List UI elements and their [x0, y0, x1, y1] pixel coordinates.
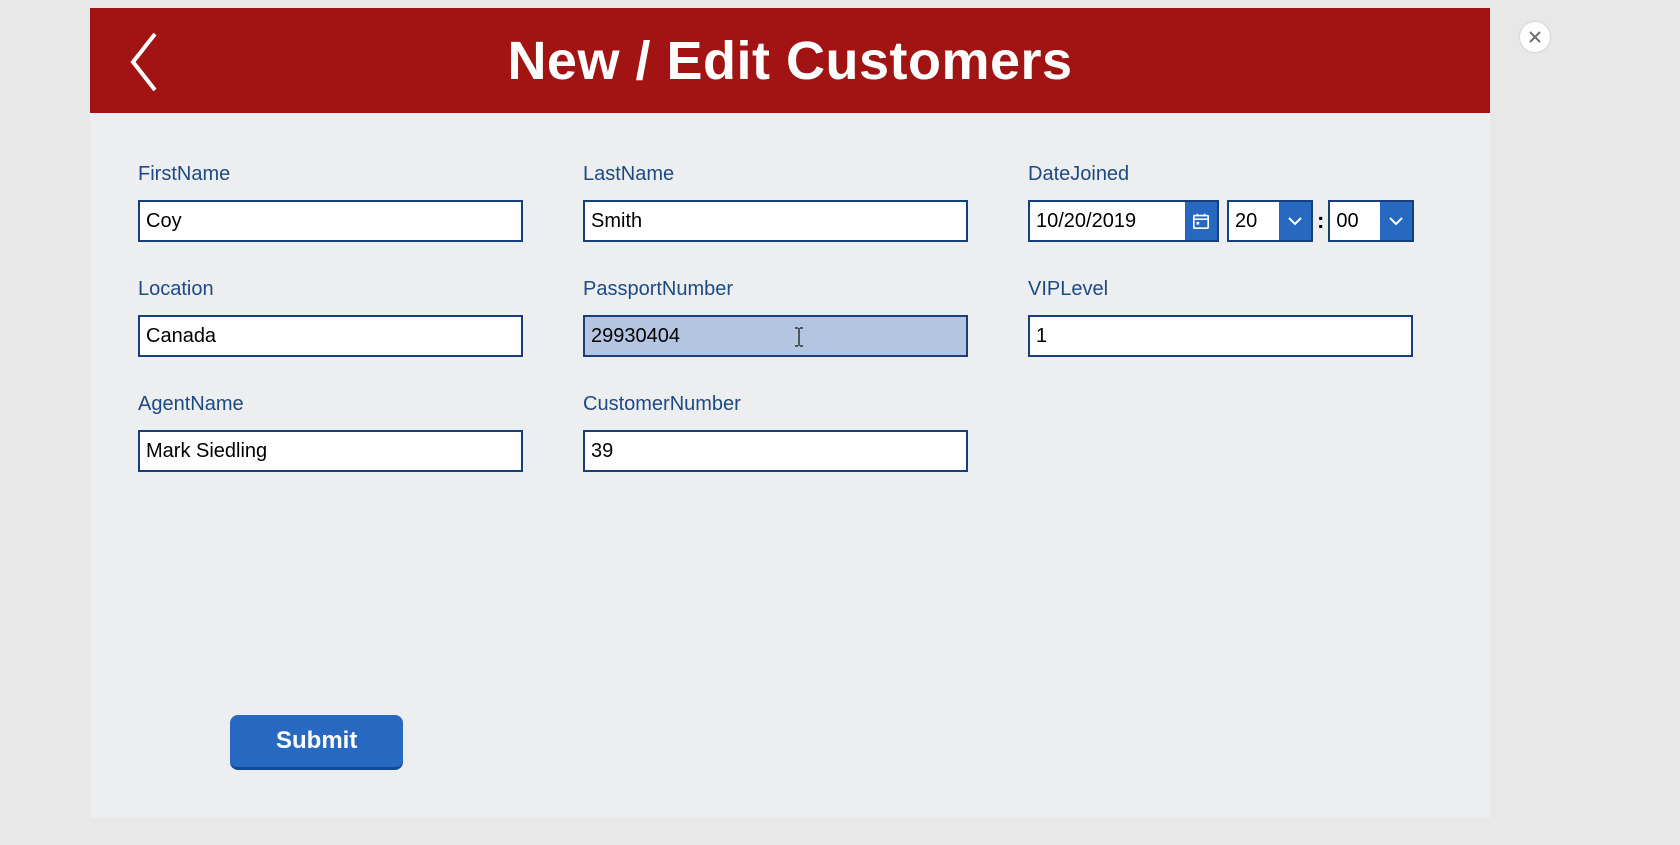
- date-input-wrap: [1028, 200, 1219, 242]
- back-button[interactable]: [120, 28, 166, 96]
- firstname-field: FirstName: [138, 163, 523, 242]
- datejoined-field: DateJoined: [1028, 163, 1413, 242]
- minute-input[interactable]: [1330, 202, 1380, 240]
- submit-area: Submit: [230, 715, 403, 770]
- close-button[interactable]: [1520, 22, 1550, 52]
- page-title: New / Edit Customers: [507, 30, 1072, 92]
- customer-form: FirstName LastName DateJoined: [90, 113, 1490, 472]
- agentname-field: AgentName: [138, 393, 523, 472]
- submit-button[interactable]: Submit: [230, 715, 403, 770]
- lastname-label: LastName: [583, 163, 968, 186]
- customernumber-field: CustomerNumber: [583, 393, 968, 472]
- location-input[interactable]: [138, 315, 523, 357]
- calendar-button[interactable]: [1185, 202, 1217, 240]
- lastname-input[interactable]: [583, 200, 968, 242]
- time-separator: :: [1317, 208, 1324, 234]
- chevron-down-icon: [1287, 215, 1303, 227]
- passportnumber-field: PassportNumber: [583, 278, 968, 357]
- location-label: Location: [138, 278, 523, 301]
- viplevel-input[interactable]: [1028, 315, 1413, 357]
- passportnumber-input[interactable]: [583, 315, 968, 357]
- firstname-input[interactable]: [138, 200, 523, 242]
- edit-customer-page: New / Edit Customers FirstName LastName …: [90, 8, 1490, 818]
- chevron-down-icon: [1388, 215, 1404, 227]
- datejoined-label: DateJoined: [1028, 163, 1413, 186]
- calendar-icon: [1192, 212, 1210, 230]
- lastname-field: LastName: [583, 163, 968, 242]
- agentname-input[interactable]: [138, 430, 523, 472]
- date-input[interactable]: [1030, 202, 1185, 240]
- header-bar: New / Edit Customers: [90, 8, 1490, 113]
- viplevel-field: VIPLevel: [1028, 278, 1413, 357]
- passportnumber-label: PassportNumber: [583, 278, 968, 301]
- hour-dropdown-button[interactable]: [1279, 202, 1311, 240]
- customernumber-input[interactable]: [583, 430, 968, 472]
- chevron-left-icon: [127, 30, 159, 94]
- minute-dropdown-button[interactable]: [1380, 202, 1412, 240]
- viplevel-label: VIPLevel: [1028, 278, 1413, 301]
- close-icon: [1528, 30, 1542, 44]
- location-field: Location: [138, 278, 523, 357]
- firstname-label: FirstName: [138, 163, 523, 186]
- hour-select[interactable]: [1227, 200, 1313, 242]
- agentname-label: AgentName: [138, 393, 523, 416]
- minute-select[interactable]: [1328, 200, 1414, 242]
- hour-input[interactable]: [1229, 202, 1279, 240]
- customernumber-label: CustomerNumber: [583, 393, 968, 416]
